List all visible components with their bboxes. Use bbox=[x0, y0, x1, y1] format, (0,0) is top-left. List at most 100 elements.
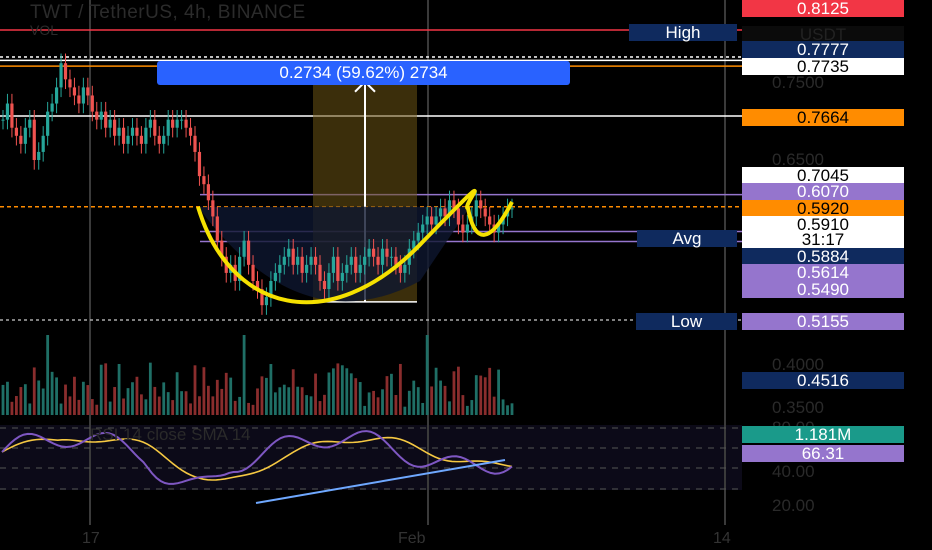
volume-bar bbox=[340, 365, 344, 415]
candle-body bbox=[456, 208, 461, 225]
volume-bar bbox=[144, 399, 148, 415]
volume-bar bbox=[108, 401, 112, 415]
volume-bar bbox=[68, 396, 72, 415]
price-label-07664: 0.7664 bbox=[742, 109, 904, 126]
volume-bar bbox=[99, 364, 103, 415]
candle-body bbox=[309, 256, 313, 265]
volume-bar bbox=[407, 390, 411, 415]
volume-bar bbox=[256, 388, 259, 415]
volume-bar bbox=[224, 372, 228, 415]
volume-bar bbox=[175, 372, 179, 415]
volume-bar bbox=[233, 400, 237, 415]
cup-fill bbox=[198, 206, 470, 302]
candle-body bbox=[510, 208, 514, 210]
volume-bar bbox=[296, 386, 300, 415]
volume-bar bbox=[81, 381, 85, 415]
candle-body bbox=[197, 151, 202, 177]
candle-body bbox=[175, 119, 179, 128]
candle-body bbox=[5, 103, 10, 120]
price-label-07777: 0.7777 bbox=[742, 41, 904, 58]
candle-body bbox=[126, 135, 130, 144]
volume-bar bbox=[439, 380, 442, 415]
candle-body bbox=[264, 297, 269, 306]
candle-body bbox=[385, 248, 389, 257]
volume-bar bbox=[358, 382, 362, 415]
candle-body bbox=[166, 119, 170, 136]
price-label-04516: 0.4516 bbox=[742, 372, 904, 389]
volume-bar bbox=[64, 384, 67, 415]
price-label-1181M: 1.181M bbox=[742, 426, 904, 443]
time-tick: 14 bbox=[713, 530, 731, 547]
volume-bar bbox=[215, 379, 219, 415]
candle-body bbox=[376, 256, 380, 265]
volume-bar bbox=[50, 371, 54, 415]
volume-bar bbox=[506, 405, 509, 415]
candle-body bbox=[1, 119, 5, 121]
volume-bar bbox=[305, 395, 309, 415]
candle-body bbox=[438, 208, 443, 217]
volume-bar bbox=[430, 386, 434, 415]
volume-bar bbox=[265, 377, 268, 415]
candle-body bbox=[153, 119, 157, 136]
candle-body bbox=[188, 127, 193, 136]
candle-body bbox=[202, 176, 206, 185]
candle-body bbox=[211, 200, 215, 217]
candle-body bbox=[81, 87, 85, 104]
candle-body bbox=[363, 256, 367, 265]
volume-bar bbox=[398, 363, 402, 415]
candle-body bbox=[90, 95, 94, 112]
price-label-08125: 0.8125 bbox=[742, 0, 904, 17]
volume-bar bbox=[510, 403, 514, 415]
candle-body bbox=[479, 200, 483, 209]
price-label-05155: 0.5155 bbox=[742, 313, 904, 330]
volume-bar bbox=[269, 364, 273, 415]
tag-low: Low bbox=[636, 313, 737, 330]
candle-body bbox=[296, 256, 300, 265]
candle-body bbox=[300, 256, 304, 273]
volume-bar bbox=[1, 384, 5, 415]
volume-bar bbox=[166, 392, 170, 415]
candle-body bbox=[371, 248, 376, 257]
volume-bar bbox=[32, 367, 36, 415]
candle-body bbox=[86, 87, 90, 96]
volume-bar bbox=[300, 387, 304, 415]
candle-body bbox=[95, 111, 99, 120]
candle-body bbox=[215, 216, 219, 241]
candle-body bbox=[483, 208, 487, 217]
candle-body bbox=[278, 264, 282, 273]
candle-body bbox=[19, 135, 23, 144]
measure-tool-label[interactable]: 0.2734 (59.62%) 2734 bbox=[157, 61, 570, 85]
candle-body bbox=[273, 272, 277, 281]
volume-bar bbox=[229, 377, 233, 415]
volume-bar bbox=[37, 380, 41, 415]
volume-bar bbox=[198, 396, 201, 415]
volume-bar bbox=[77, 399, 81, 415]
candle-body bbox=[46, 111, 50, 136]
volume-bar bbox=[488, 367, 492, 415]
volume-bar bbox=[461, 395, 465, 415]
volume-bar bbox=[318, 401, 322, 415]
volume-bar bbox=[273, 392, 277, 415]
volume-bar bbox=[470, 400, 474, 415]
candle-body bbox=[157, 135, 161, 144]
candle-body bbox=[349, 256, 353, 265]
candle-body bbox=[193, 135, 197, 152]
volume-bar bbox=[314, 373, 317, 415]
candle-body bbox=[63, 63, 68, 80]
volume-bar bbox=[180, 391, 183, 415]
candle-body bbox=[416, 232, 420, 241]
volume-bar bbox=[287, 387, 291, 415]
candle-body bbox=[117, 127, 121, 136]
volume-bar bbox=[501, 399, 505, 415]
volume-bar bbox=[448, 401, 451, 415]
volume-bar bbox=[452, 371, 456, 415]
price-label-05490: 0.5490 bbox=[742, 281, 904, 298]
volume-bar bbox=[412, 380, 416, 415]
candle-body bbox=[72, 87, 77, 96]
tag-high: High bbox=[629, 24, 737, 41]
candle-body bbox=[28, 119, 32, 128]
candle-body bbox=[313, 256, 318, 265]
candle-body bbox=[336, 256, 340, 281]
candle-body bbox=[54, 87, 59, 104]
volume-bar bbox=[157, 396, 161, 415]
